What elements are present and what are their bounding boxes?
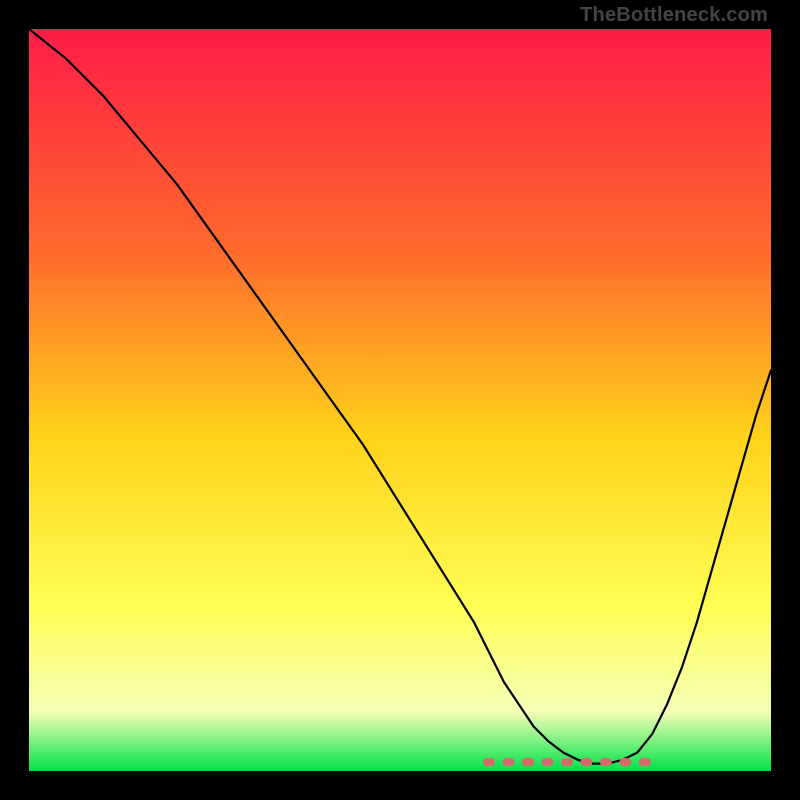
bottleneck-chart (29, 29, 771, 771)
valley-marker-segment (522, 758, 534, 766)
valley-marker-segment (580, 758, 592, 766)
valley-marker-segment (503, 758, 515, 766)
valley-marker-segment (542, 758, 554, 766)
watermark-text: TheBottleneck.com (580, 4, 768, 27)
valley-marker-segment (639, 758, 651, 766)
valley-marker-segment (483, 758, 495, 766)
chart-frame (29, 29, 771, 771)
valley-marker-segment (619, 758, 631, 766)
valley-marker-segment (561, 758, 573, 766)
valley-marker-segment (600, 758, 612, 766)
valley-markers (483, 758, 651, 766)
